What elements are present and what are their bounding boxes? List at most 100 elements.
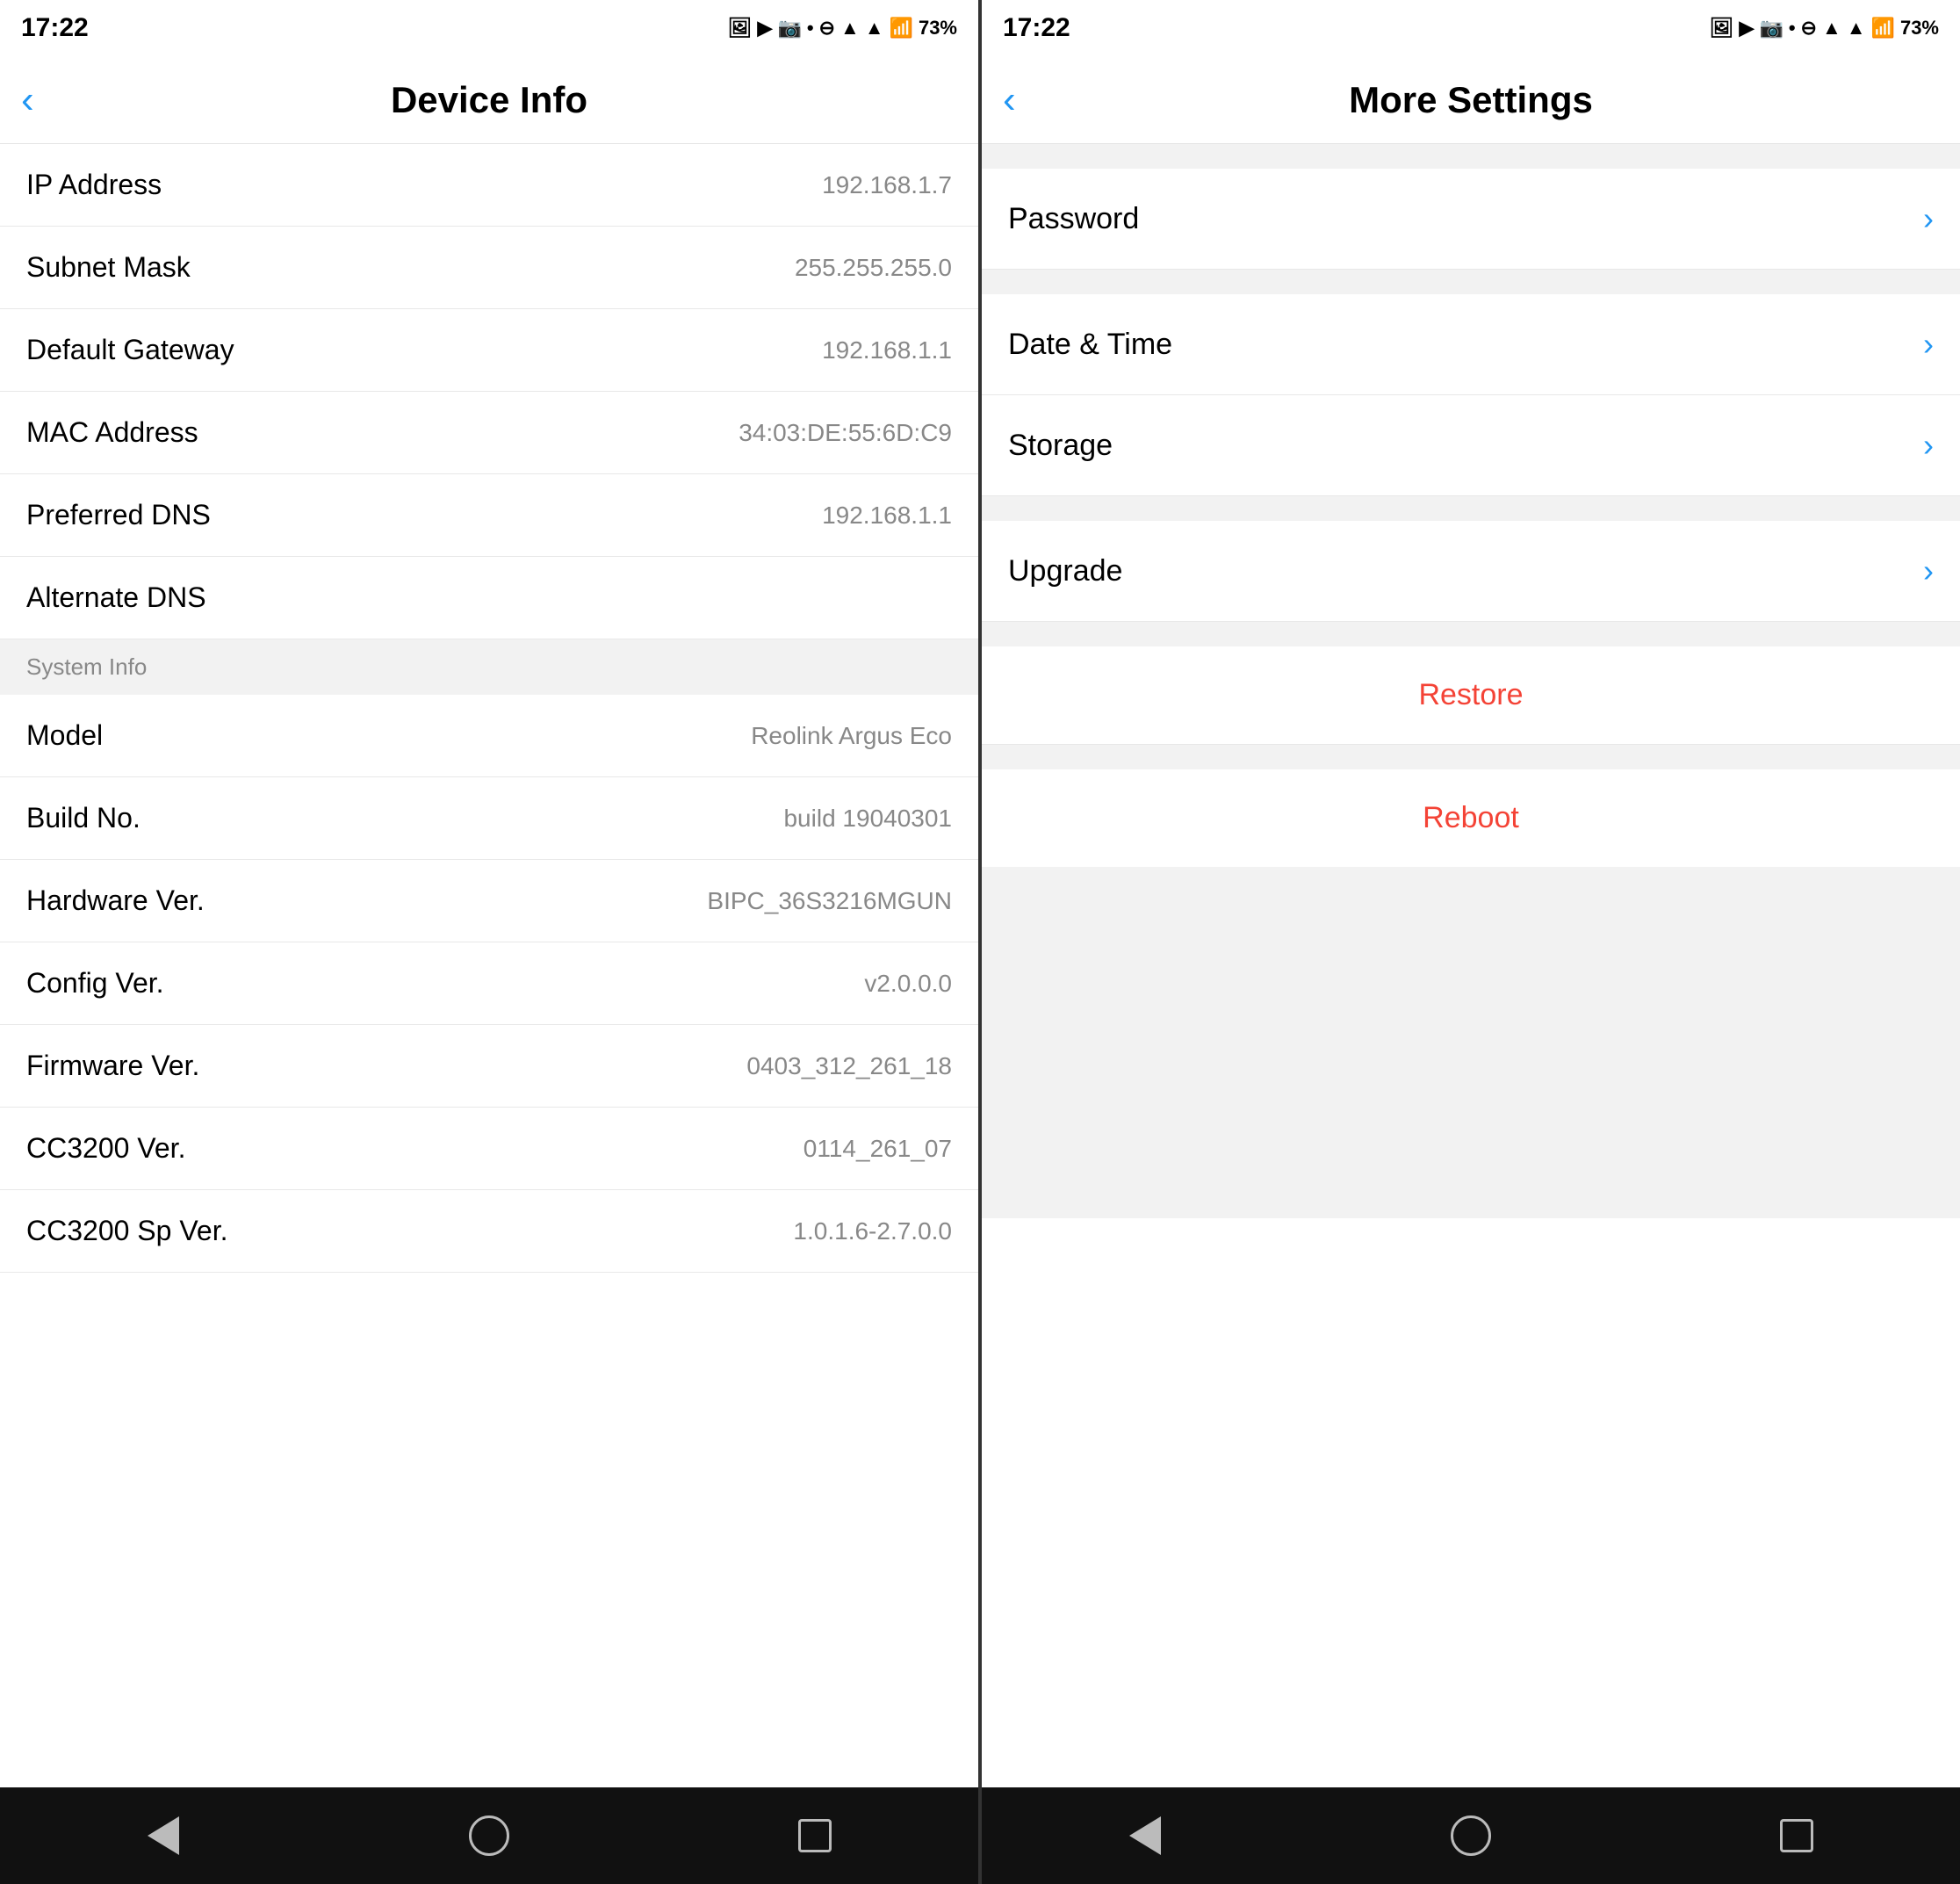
hardware-ver-row: Hardware Ver. BIPC_36S3216MGUN (0, 860, 978, 942)
time-right: 17:22 (1003, 13, 1070, 43)
dot-icon: • (807, 17, 814, 40)
dot-icon-r: • (1789, 17, 1796, 40)
build-no-value: build 19040301 (783, 805, 952, 833)
camera-icon-r: 📷 (1759, 17, 1783, 40)
model-value: Reolink Argus Eco (751, 722, 952, 750)
device-info-content: IP Address 192.168.1.7 Subnet Mask 255.2… (0, 144, 978, 1787)
status-bar-left: 17:22 🖼 ▶ 📷 • ⊖ ▲ ▲ 📶 73% (0, 0, 978, 56)
nav-back-right[interactable] (1122, 1813, 1168, 1859)
reboot-button[interactable]: Reboot (982, 769, 1960, 867)
cc3200-sp-ver-value: 1.0.1.6-2.7.0.0 (793, 1217, 952, 1245)
gap-date-time (982, 270, 1960, 294)
mac-address-label: MAC Address (26, 416, 198, 449)
upgrade-label: Upgrade (1008, 554, 1122, 588)
left-panel: 17:22 🖼 ▶ 📷 • ⊖ ▲ ▲ 📶 73% ‹ Device Info … (0, 0, 978, 1884)
cc3200-ver-value: 0114_261_07 (803, 1135, 952, 1163)
page-title-left: Device Info (391, 79, 587, 121)
password-row[interactable]: Password › (982, 169, 1960, 270)
hardware-ver-value: BIPC_36S3216MGUN (707, 887, 952, 915)
firmware-ver-label: Firmware Ver. (26, 1050, 199, 1082)
more-settings-content: Password › Date & Time › Storage › Upgra… (982, 144, 1960, 1787)
status-bar-right: 17:22 🖼 ▶ 📷 • ⊖ ▲ ▲ 📶 73% (982, 0, 1960, 56)
storage-row[interactable]: Storage › (982, 395, 1960, 496)
cc3200-ver-row: CC3200 Ver. 0114_261_07 (0, 1108, 978, 1190)
config-ver-value: v2.0.0.0 (864, 970, 952, 998)
signal-icon-r: ▲ (1822, 17, 1841, 40)
network-icon: 📶 (890, 17, 913, 40)
wifi-icon: ▲ (865, 17, 884, 40)
config-ver-row: Config Ver. v2.0.0.0 (0, 942, 978, 1025)
password-chevron-icon: › (1923, 200, 1934, 237)
nav-recent-right[interactable] (1774, 1813, 1819, 1859)
time-left: 17:22 (21, 13, 89, 43)
image-icon: 🖼 (728, 17, 753, 40)
header-left: ‹ Device Info (0, 56, 978, 144)
upgrade-chevron-icon: › (1923, 552, 1934, 589)
firmware-ver-row: Firmware Ver. 0403_312_261_18 (0, 1025, 978, 1108)
subnet-mask-row: Subnet Mask 255.255.255.0 (0, 227, 978, 309)
minus-circle-icon: ⊖ (819, 17, 835, 40)
date-time-row[interactable]: Date & Time › (982, 294, 1960, 395)
page-title-right: More Settings (1349, 79, 1593, 121)
date-time-chevron-icon: › (1923, 326, 1934, 363)
header-right: ‹ More Settings (982, 56, 1960, 144)
back-button-right[interactable]: ‹ (1003, 78, 1016, 122)
restore-label: Restore (1418, 678, 1523, 712)
model-label: Model (26, 719, 103, 752)
gap-upgrade (982, 496, 1960, 521)
youtube-icon: ▶ (758, 17, 773, 40)
wifi-icon-r: ▲ (1847, 17, 1866, 40)
nav-home-left[interactable] (466, 1813, 512, 1859)
gap-restore (982, 622, 1960, 646)
date-time-label: Date & Time (1008, 328, 1172, 362)
subnet-mask-value: 255.255.255.0 (795, 254, 952, 282)
restore-button[interactable]: Restore (982, 646, 1960, 745)
youtube-icon-r: ▶ (1740, 17, 1755, 40)
password-label: Password (1008, 202, 1139, 236)
gap-top (982, 144, 1960, 169)
system-info-section-header: System Info (0, 639, 978, 695)
upgrade-row[interactable]: Upgrade › (982, 521, 1960, 622)
gap-reboot (982, 745, 1960, 769)
right-panel: 17:22 🖼 ▶ 📷 • ⊖ ▲ ▲ 📶 73% ‹ More Setting… (982, 0, 1960, 1884)
image-icon-r: 🖼 (1710, 17, 1734, 40)
signal-icon: ▲ (840, 17, 860, 40)
alternate-dns-label: Alternate DNS (26, 581, 206, 614)
ip-address-row: IP Address 192.168.1.7 (0, 144, 978, 227)
bottom-empty-area (982, 867, 1960, 1218)
preferred-dns-label: Preferred DNS (26, 499, 211, 531)
back-button-left[interactable]: ‹ (21, 78, 34, 122)
cc3200-ver-label: CC3200 Ver. (26, 1132, 185, 1165)
nav-recent-left[interactable] (792, 1813, 838, 1859)
default-gateway-row: Default Gateway 192.168.1.1 (0, 309, 978, 392)
build-no-row: Build No. build 19040301 (0, 777, 978, 860)
storage-label: Storage (1008, 429, 1113, 463)
mac-address-row: MAC Address 34:03:DE:55:6D:C9 (0, 392, 978, 474)
subnet-mask-label: Subnet Mask (26, 251, 191, 284)
nav-bar-left (0, 1787, 978, 1884)
status-icons-right: 🖼 ▶ 📷 • ⊖ ▲ ▲ 📶 73% (1710, 17, 1939, 40)
alternate-dns-row: Alternate DNS (0, 557, 978, 639)
cc3200-sp-ver-label: CC3200 Sp Ver. (26, 1215, 227, 1247)
battery-left: 73% (919, 17, 957, 40)
battery-right: 73% (1900, 17, 1939, 40)
nav-bar-right (982, 1787, 1960, 1884)
preferred-dns-row: Preferred DNS 192.168.1.1 (0, 474, 978, 557)
default-gateway-label: Default Gateway (26, 334, 234, 366)
minus-circle-icon-r: ⊖ (1801, 17, 1817, 40)
status-icons-left: 🖼 ▶ 📷 • ⊖ ▲ ▲ 📶 73% (728, 17, 957, 40)
camera-icon: 📷 (777, 17, 801, 40)
firmware-ver-value: 0403_312_261_18 (746, 1052, 952, 1080)
mac-address-value: 34:03:DE:55:6D:C9 (739, 419, 952, 447)
preferred-dns-value: 192.168.1.1 (822, 502, 952, 530)
config-ver-label: Config Ver. (26, 967, 164, 1000)
model-row: Model Reolink Argus Eco (0, 695, 978, 777)
storage-chevron-icon: › (1923, 427, 1934, 464)
reboot-label: Reboot (1423, 801, 1519, 835)
network-icon-r: 📶 (1871, 17, 1895, 40)
build-no-label: Build No. (26, 802, 141, 834)
nav-back-left[interactable] (141, 1813, 186, 1859)
ip-address-value: 192.168.1.7 (822, 171, 952, 199)
default-gateway-value: 192.168.1.1 (822, 336, 952, 365)
nav-home-right[interactable] (1448, 1813, 1494, 1859)
